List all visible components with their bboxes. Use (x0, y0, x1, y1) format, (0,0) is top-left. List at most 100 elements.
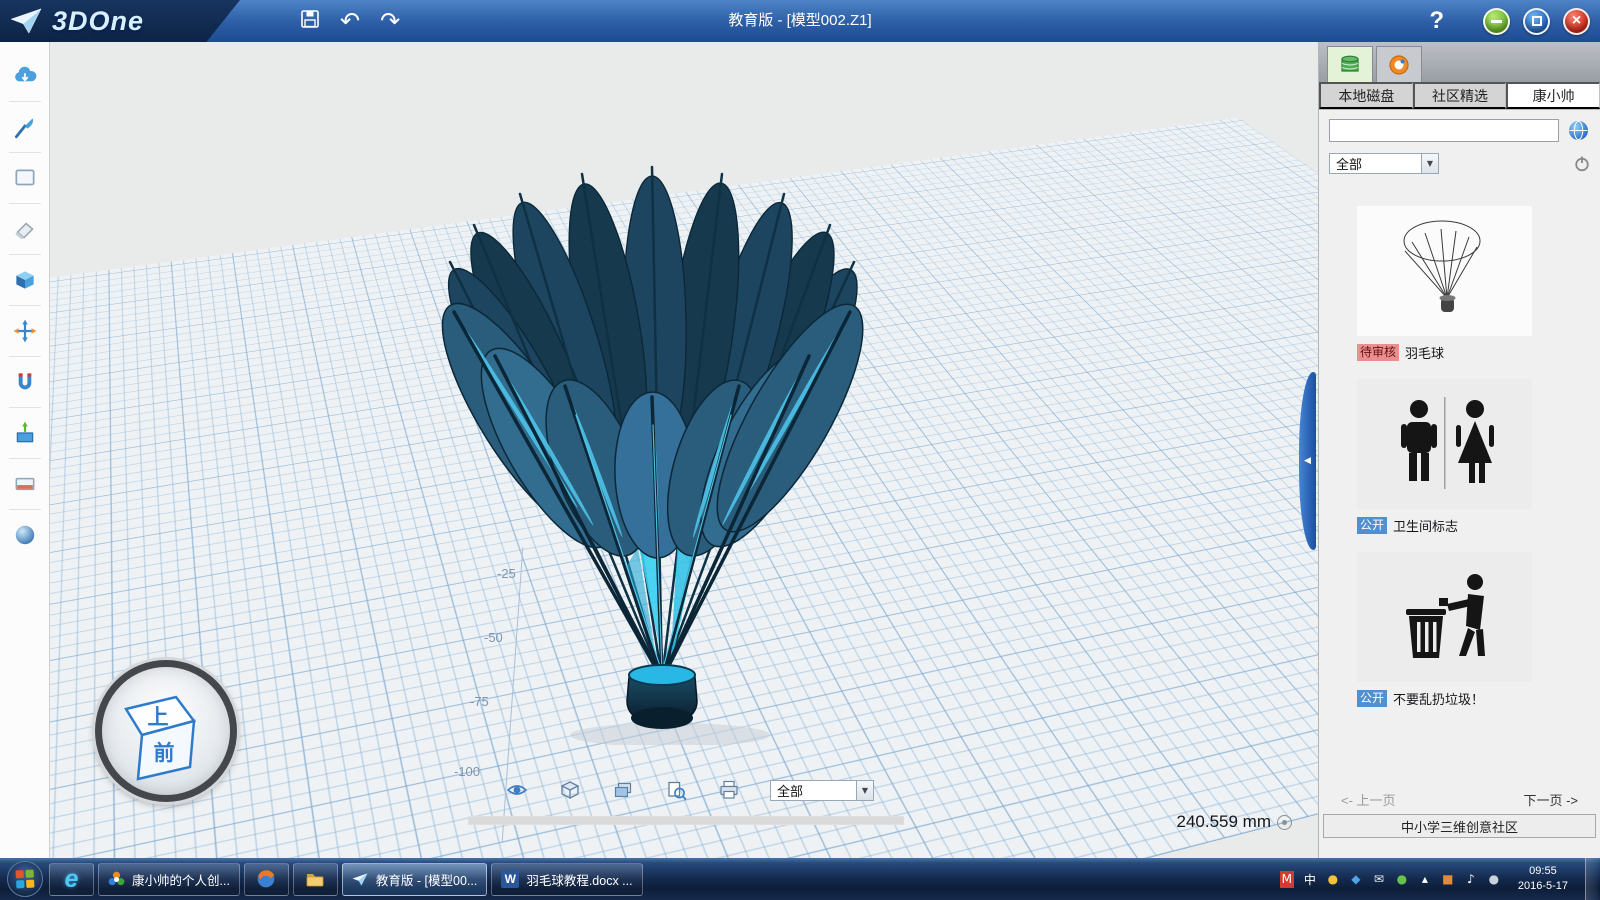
magnet-tool-button[interactable] (5, 362, 45, 402)
view-cube[interactable]: 上 前 (102, 667, 230, 795)
model-name[interactable]: 卫生间标志 (1393, 516, 1458, 535)
collapse-arrow-icon: ◀ (1304, 456, 1311, 466)
model-name[interactable]: 不要乱扔垃圾！ (1393, 689, 1484, 708)
section-tool-button[interactable] (5, 464, 45, 504)
visibility-button[interactable] (505, 778, 529, 802)
model-card-list: 待审核 羽毛球 (1319, 180, 1600, 708)
refresh-button[interactable] (1574, 155, 1590, 172)
tray-icon[interactable]: ● (1326, 871, 1340, 888)
tab-local-disk[interactable]: 本地磁盘 (1319, 82, 1413, 109)
model-name[interactable]: 羽毛球 (1405, 343, 1444, 362)
tray-icon[interactable]: ● (1395, 871, 1409, 888)
panel-filter-value: 全部 (1336, 154, 1362, 173)
paper-plane-logo-icon (352, 872, 369, 887)
zoom-fit-button[interactable] (664, 778, 688, 802)
extrude-tool-button[interactable] (5, 413, 45, 453)
tray-icon[interactable]: ◆ (1349, 871, 1363, 888)
viewport-bottom-toolbar: 全部 ▼ (505, 778, 874, 802)
chevron-down-icon[interactable]: ▼ (856, 781, 873, 800)
print-button[interactable] (717, 778, 741, 802)
start-button[interactable] (3, 858, 47, 900)
list-item[interactable]: 待审核 羽毛球 (1357, 206, 1532, 362)
system-tray: M 中 ● ◆ ✉ ● ▴ ■ ♪ ● 09:55 2016-5-17 (1280, 858, 1600, 900)
volume-tray-icon[interactable]: ♪ (1464, 871, 1478, 888)
layers-button[interactable] (611, 778, 635, 802)
redo-button[interactable]: ↷ (380, 9, 400, 33)
measurement-target-icon[interactable] (1277, 815, 1292, 830)
help-button[interactable]: ? (1429, 7, 1444, 35)
minimize-button[interactable] (1483, 8, 1510, 35)
taskbar-ie-button[interactable]: e (49, 863, 94, 896)
resource-panel: 本地磁盘 社区精选 康小帅 全部 ▼ (1318, 42, 1600, 858)
material-tool-button[interactable] (5, 515, 45, 555)
material-sphere-icon (12, 522, 38, 548)
search-row (1319, 110, 1600, 146)
mail-tray-icon[interactable]: ✉ (1372, 871, 1386, 888)
model-thumbnail[interactable] (1357, 379, 1532, 509)
grid-label: -100 (454, 764, 480, 779)
eraser-tool-button[interactable] (5, 209, 45, 249)
list-item[interactable]: 公开 卫生间标志 (1357, 379, 1532, 535)
printer-icon (718, 779, 740, 801)
solid-cube-icon (12, 267, 38, 293)
view-cube-front-label[interactable]: 前 (154, 741, 175, 765)
tab-community-featured[interactable]: 社区精选 (1413, 82, 1507, 109)
clock-date: 2016-5-17 (1518, 879, 1568, 894)
status-badge: 公开 (1357, 517, 1387, 534)
horizontal-scrollbar[interactable] (468, 816, 904, 825)
measurement-readout: 240.559 mm (1177, 812, 1293, 832)
view-navigator[interactable]: 上 前 (95, 660, 237, 802)
toolbar-divider (9, 458, 41, 459)
taskbar-explorer-button[interactable] (293, 863, 338, 896)
community-icon (1387, 53, 1411, 77)
list-item[interactable]: 公开 不要乱扔垃圾！ (1357, 552, 1532, 708)
cloud-tool-button[interactable] (5, 56, 45, 96)
shuttlecock-model[interactable] (390, 97, 910, 745)
solid-tool-button[interactable] (5, 260, 45, 300)
models-library-tab[interactable] (1327, 46, 1373, 82)
tray-icon[interactable]: ● (1487, 871, 1501, 888)
brush-icon (12, 114, 38, 140)
community-tab[interactable] (1376, 46, 1422, 82)
chevron-down-icon[interactable]: ▼ (1421, 154, 1438, 173)
show-desktop-button[interactable] (1585, 858, 1598, 900)
brush-tool-button[interactable] (5, 107, 45, 147)
taskbar-word-button[interactable]: W 羽毛球教程.docx ... (491, 863, 642, 896)
model-thumbnail[interactable] (1357, 206, 1532, 336)
next-page-button[interactable]: 下一页 -> (1523, 790, 1578, 809)
measurement-value: 240.559 mm (1177, 812, 1272, 832)
close-button[interactable]: × (1563, 8, 1590, 35)
taskbar-clock[interactable]: 09:55 2016-5-17 (1510, 864, 1576, 895)
model-thumbnail[interactable] (1357, 552, 1532, 682)
tray-icon[interactable]: ■ (1441, 871, 1455, 888)
taskbar-3done-button[interactable]: 教育版 - [模型00... (342, 863, 487, 896)
move-tool-button[interactable] (5, 311, 45, 351)
taskbar-button-label: 教育版 - [模型00... (376, 870, 477, 889)
view-cube-top-label[interactable]: 上 (148, 706, 169, 729)
clock-time: 09:55 (1518, 864, 1568, 879)
prev-page-button[interactable]: <- 上一页 (1341, 790, 1396, 809)
tab-user-kangxiaoshuai[interactable]: 康小帅 (1506, 82, 1600, 109)
search-input[interactable] (1329, 119, 1559, 142)
sketch-tool-button[interactable] (5, 158, 45, 198)
3done-app-window: 3DOne ↶ ↷ 教育版 - [模型002.Z1] ? × (0, 0, 1600, 900)
status-badge: 待审核 (1357, 344, 1399, 361)
panel-filter-dropdown[interactable]: 全部 ▼ (1329, 153, 1439, 174)
search-button[interactable] (1567, 119, 1590, 142)
cork-base (627, 665, 697, 729)
maximize-button[interactable] (1523, 8, 1550, 35)
toolbar-divider (9, 407, 41, 408)
window-title: 教育版 - [模型002.Z1] (0, 0, 1600, 42)
3d-viewport[interactable]: -25 -50 -75 -100 i3DOne.com (50, 42, 1318, 858)
display-mode-button[interactable] (558, 778, 582, 802)
outlook-tray-icon[interactable]: M (1280, 871, 1294, 888)
scrollbar-thumb[interactable] (469, 817, 903, 824)
hidden-icons-button[interactable]: ▴ (1418, 871, 1432, 888)
ime-tray-icon[interactable]: 中 (1303, 871, 1317, 888)
taskbar-browser-community-button[interactable]: 康小帅的个人创... (98, 863, 240, 896)
taskbar-firefox-button[interactable] (244, 863, 289, 896)
undo-button[interactable]: ↶ (340, 9, 360, 33)
community-footer-link[interactable]: 中小学三维创意社区 (1323, 814, 1596, 838)
save-button[interactable] (300, 9, 320, 33)
viewport-filter-dropdown[interactable]: 全部 ▼ (770, 780, 874, 801)
